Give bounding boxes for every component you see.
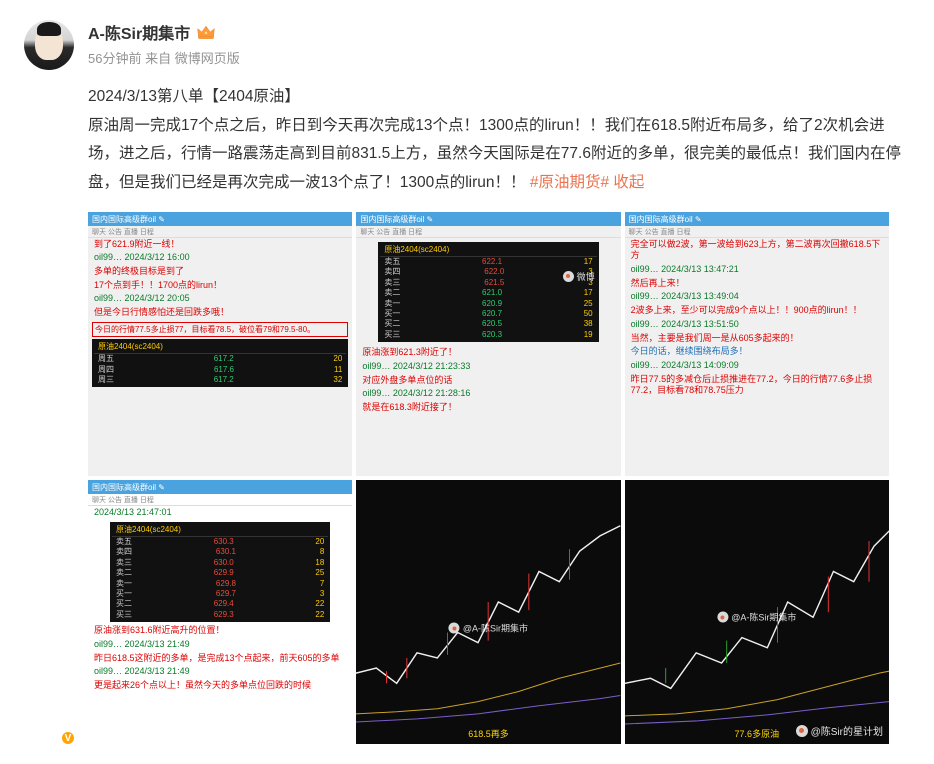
verified-badge-icon: V — [60, 730, 76, 746]
post-title-line: 2024/3/13第八单【2404原油】 — [88, 83, 910, 112]
footer-watermark: @陈Sir的星计划 — [796, 723, 883, 738]
from-label: 来自 — [145, 51, 171, 66]
crown-icon — [196, 23, 216, 41]
thumb2-header: 国内国际高级群oil ✎ — [356, 212, 620, 226]
image-grid: 国内国际高级群oil ✎ 聊天 公告 直播 日程 到了621.9附近一线！oil… — [88, 212, 893, 745]
thumb1-tabs: 聊天 公告 直播 日程 — [88, 226, 352, 238]
user-avatar[interactable] — [24, 20, 74, 70]
image-thumb-4[interactable]: 国内国际高级群oil ✎ 聊天 公告 直播 日程 2024/3/13 21:47… — [88, 480, 352, 744]
username[interactable]: A-陈Sir期集市 — [88, 20, 190, 44]
image-thumb-1[interactable]: 国内国际高级群oil ✎ 聊天 公告 直播 日程 到了621.9附近一线！oil… — [88, 212, 352, 476]
image-thumb-3[interactable]: 国内国际高级群oil ✎ 聊天 公告 直播 日程 完全可以做2波，第一波给到62… — [625, 212, 889, 476]
post-header: A-陈Sir期集市 — [88, 20, 910, 44]
image-thumb-5[interactable]: @A-陈Sir期集市 618.5再多 — [356, 480, 620, 744]
post-body-text: 原油周一完成17个点之后，昨日到今天再次完成13个点！1300点的lirun！！… — [88, 117, 901, 191]
post-body: 2024/3/13第八单【2404原油】 原油周一完成17个点之后，昨日到今天再… — [88, 83, 910, 198]
avatar-container[interactable]: V — [24, 20, 74, 744]
weibo-post: V A-陈Sir期集市 56分钟前 来自 微博网页版 2024/3/13第八单【… — [0, 0, 934, 764]
post-time[interactable]: 56分钟前 — [88, 51, 141, 66]
thumb1-header: 国内国际高级群oil ✎ — [88, 212, 352, 226]
hashtag-link[interactable]: #原油期货# — [530, 174, 609, 191]
image-thumb-2[interactable]: 国内国际高级群oil ✎ 聊天 公告 直播 日程 原油2404(sc2404) … — [356, 212, 620, 476]
image-thumb-6[interactable]: @A-陈Sir期集市 77.6多原油 @陈Sir的星计划 — [625, 480, 889, 744]
thumb1-boxed: 今日的行情77.5多止损77，目标看78.5，破位看79和79.5-80。 — [92, 322, 348, 337]
post-content: A-陈Sir期集市 56分钟前 来自 微博网页版 2024/3/13第八单【24… — [88, 20, 910, 744]
post-meta: 56分钟前 来自 微博网页版 — [88, 48, 910, 67]
collapse-button[interactable]: 收起 — [613, 174, 644, 191]
thumb3-header: 国内国际高级群oil ✎ — [625, 212, 889, 226]
post-source[interactable]: 微博网页版 — [175, 51, 240, 66]
